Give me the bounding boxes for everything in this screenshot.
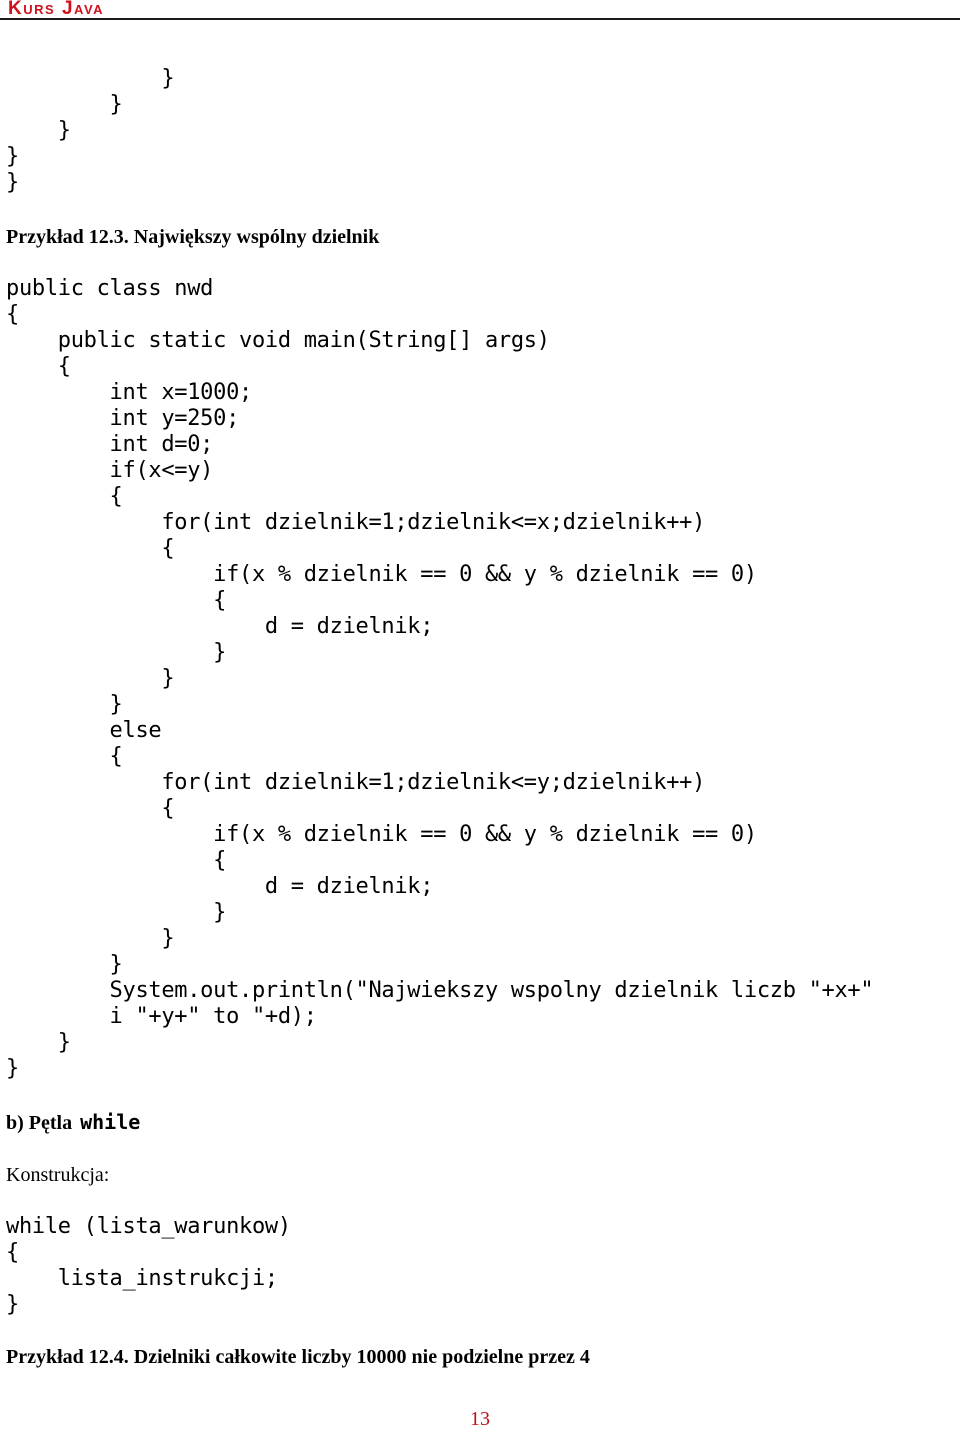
code-line: if(x % dzielnik == 0 && y % dzielnik == … (6, 562, 757, 587)
code-line: if(x % dzielnik == 0 && y % dzielnik == … (6, 822, 757, 847)
code-line: int x=1000; (6, 380, 253, 405)
code-line: else (6, 718, 162, 743)
section-b-heading-keyword: while (80, 1110, 141, 1134)
code-line: for(int dzielnik=1;dzielnik<=y;dzielnik+… (6, 770, 706, 795)
code-line: { (6, 484, 123, 509)
code-line: } (6, 1292, 19, 1317)
code-line: public static void main(String[] args) (6, 328, 550, 353)
code-line: } (6, 692, 123, 717)
code-line: int d=0; (6, 432, 214, 457)
code-line: lista_instrukcji; (6, 1266, 278, 1291)
code-line: } (6, 1056, 19, 1081)
code-line: { (6, 302, 19, 327)
section-b-heading-prefix: b) Pętla (6, 1112, 73, 1134)
section-b-heading: b) Pętla while (6, 1110, 140, 1135)
code-line: } (6, 92, 123, 117)
code-line: } (6, 118, 71, 143)
code-block-while-syntax: while (lista_warunkow){ lista_instrukcji… (6, 1214, 291, 1318)
code-line: } (6, 926, 175, 951)
code-line: d = dzielnik; (6, 874, 434, 899)
code-line: { (6, 536, 175, 561)
header-divider (0, 18, 960, 20)
code-block-nwd: public class nwd{ public static void mai… (6, 276, 874, 1082)
document-header-title: Kurs Java (8, 0, 105, 19)
code-line: System.out.println("Najwiekszy wspolny d… (6, 978, 874, 1003)
code-line: { (6, 588, 227, 613)
code-line: i "+y+" to "+d); (6, 1004, 317, 1029)
code-line: } (6, 144, 19, 169)
code-line: } (6, 170, 19, 195)
code-line: { (6, 744, 123, 769)
code-line: } (6, 900, 227, 925)
example-12-3-heading: Przykład 12.3. Największy wspólny dzieln… (6, 226, 380, 248)
code-line: if(x<=y) (6, 458, 214, 483)
code-block-continued: } } }}} (6, 66, 175, 196)
code-line: } (6, 66, 175, 91)
code-line: { (6, 354, 71, 379)
code-line: } (6, 1030, 71, 1055)
example-12-4-heading: Przykład 12.4. Dzielniki całkowite liczb… (6, 1346, 590, 1368)
code-line: d = dzielnik; (6, 614, 434, 639)
code-line: { (6, 796, 175, 821)
code-line: } (6, 666, 175, 691)
code-line: for(int dzielnik=1;dzielnik<=x;dzielnik+… (6, 510, 706, 535)
code-line: { (6, 1240, 19, 1265)
code-line: public class nwd (6, 276, 214, 301)
code-line: } (6, 640, 227, 665)
page-number: 13 (470, 1408, 490, 1430)
code-line: int y=250; (6, 406, 240, 431)
code-line: { (6, 848, 227, 873)
code-line: while (lista_warunkow) (6, 1214, 291, 1239)
construction-label: Konstrukcja: (6, 1164, 110, 1186)
code-line: } (6, 952, 123, 977)
